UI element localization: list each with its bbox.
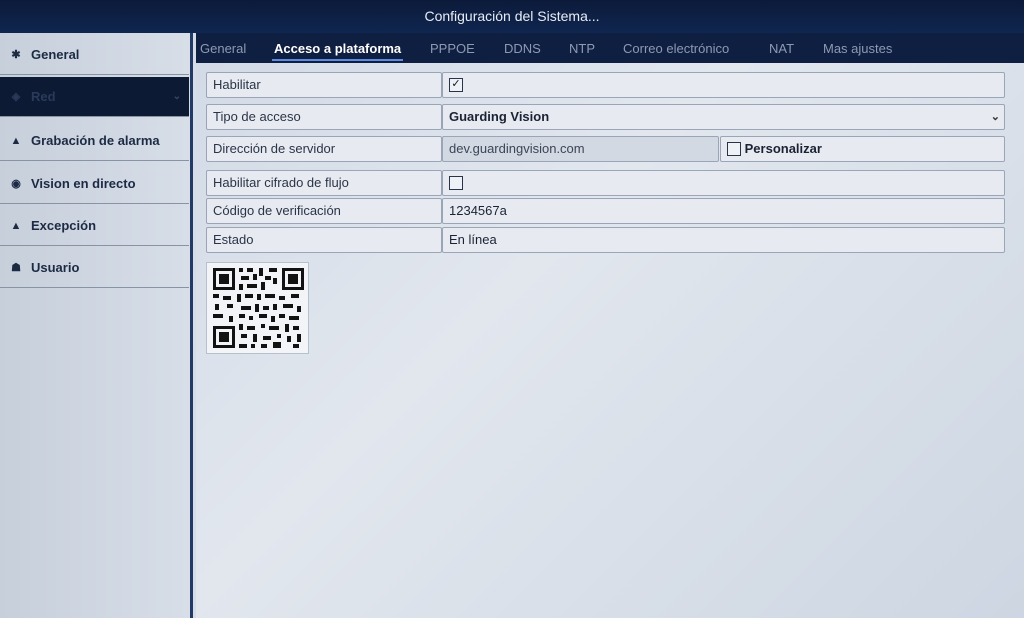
gear-icon: ✱ [11,49,21,61]
field-label: Habilitar cifrado de flujo [206,170,442,196]
tab-ntp[interactable]: NTP [569,41,595,56]
users-icon: ☗ [11,262,21,274]
stream-encryption-cell [442,170,1005,196]
tab-correo-electronico[interactable]: Correo electrónico [623,41,729,56]
sidebar: ✱ General ◈ Red ⌄ ▲ Grabación de alarma … [0,33,193,618]
chevron-down-icon: ⌄ [172,91,181,102]
field-label: Habilitar [206,72,442,98]
verification-code-field[interactable]: 1234567a [442,198,1005,224]
access-type-value: Guarding Vision [449,109,550,124]
field-label: Código de verificación [206,198,442,224]
chevron-down-icon: ⌄ [990,111,1000,123]
tab-acceso-plataforma[interactable]: Acceso a plataforma [271,41,404,61]
field-label: Dirección de servidor [206,136,442,162]
sidebar-item-label: Grabación de alarma [31,133,160,148]
network-icon: ◈ [11,91,21,103]
custom-server-toggle[interactable]: Personalizar [720,136,1005,162]
sidebar-item-label: Excepción [31,218,97,233]
enable-checkbox-cell: ✓ [442,72,1005,98]
access-type-select[interactable]: Guarding Vision ⌄ [442,104,1005,130]
tab-ddns[interactable]: DDNS [504,41,541,56]
eye-icon: ◉ [11,178,21,190]
tab-bar: General Acceso a plataforma PPPOE DDNS N… [196,33,1024,63]
sidebar-item-grabacion-alarma[interactable]: ▲ Grabación de alarma [0,121,189,161]
tab-nat[interactable]: NAT [769,41,794,56]
field-label: Tipo de acceso [206,104,442,130]
sidebar-item-label: Vision en directo [31,176,136,191]
tab-pppoe[interactable]: PPPOE [430,41,475,56]
stream-encryption-checkbox[interactable] [449,175,463,190]
sidebar-item-red[interactable]: ◈ Red ⌄ [0,77,189,117]
window-title: Configuración del Sistema... [0,0,1024,33]
tab-mas-ajustes[interactable]: Mas ajustes [823,41,892,56]
alarm-icon: ▲ [10,134,22,147]
server-address-field[interactable]: dev.guardingvision.com [442,136,719,162]
status-value: En línea [442,227,1005,253]
qr-code-icon [207,263,308,353]
field-label: Estado [206,227,442,253]
sidebar-item-excepcion[interactable]: ▲ Excepción [0,206,189,246]
sidebar-item-general[interactable]: ✱ General [0,35,189,75]
warning-icon: ▲ [10,219,22,232]
sidebar-item-vision-directo[interactable]: ◉ Vision en directo [0,164,189,204]
sidebar-item-label: Usuario [31,260,80,275]
custom-server-label: Personalizar [744,141,822,156]
sidebar-item-usuario[interactable]: ☗ Usuario [0,248,189,288]
enable-checkbox[interactable]: ✓ [449,77,463,92]
sidebar-item-label: General [31,47,80,62]
custom-server-checkbox[interactable] [727,141,741,156]
tab-general[interactable]: General [200,41,246,56]
main-panel: General Acceso a plataforma PPPOE DDNS N… [196,33,1024,618]
qr-code [206,262,309,354]
sidebar-item-label: Red [31,89,56,104]
